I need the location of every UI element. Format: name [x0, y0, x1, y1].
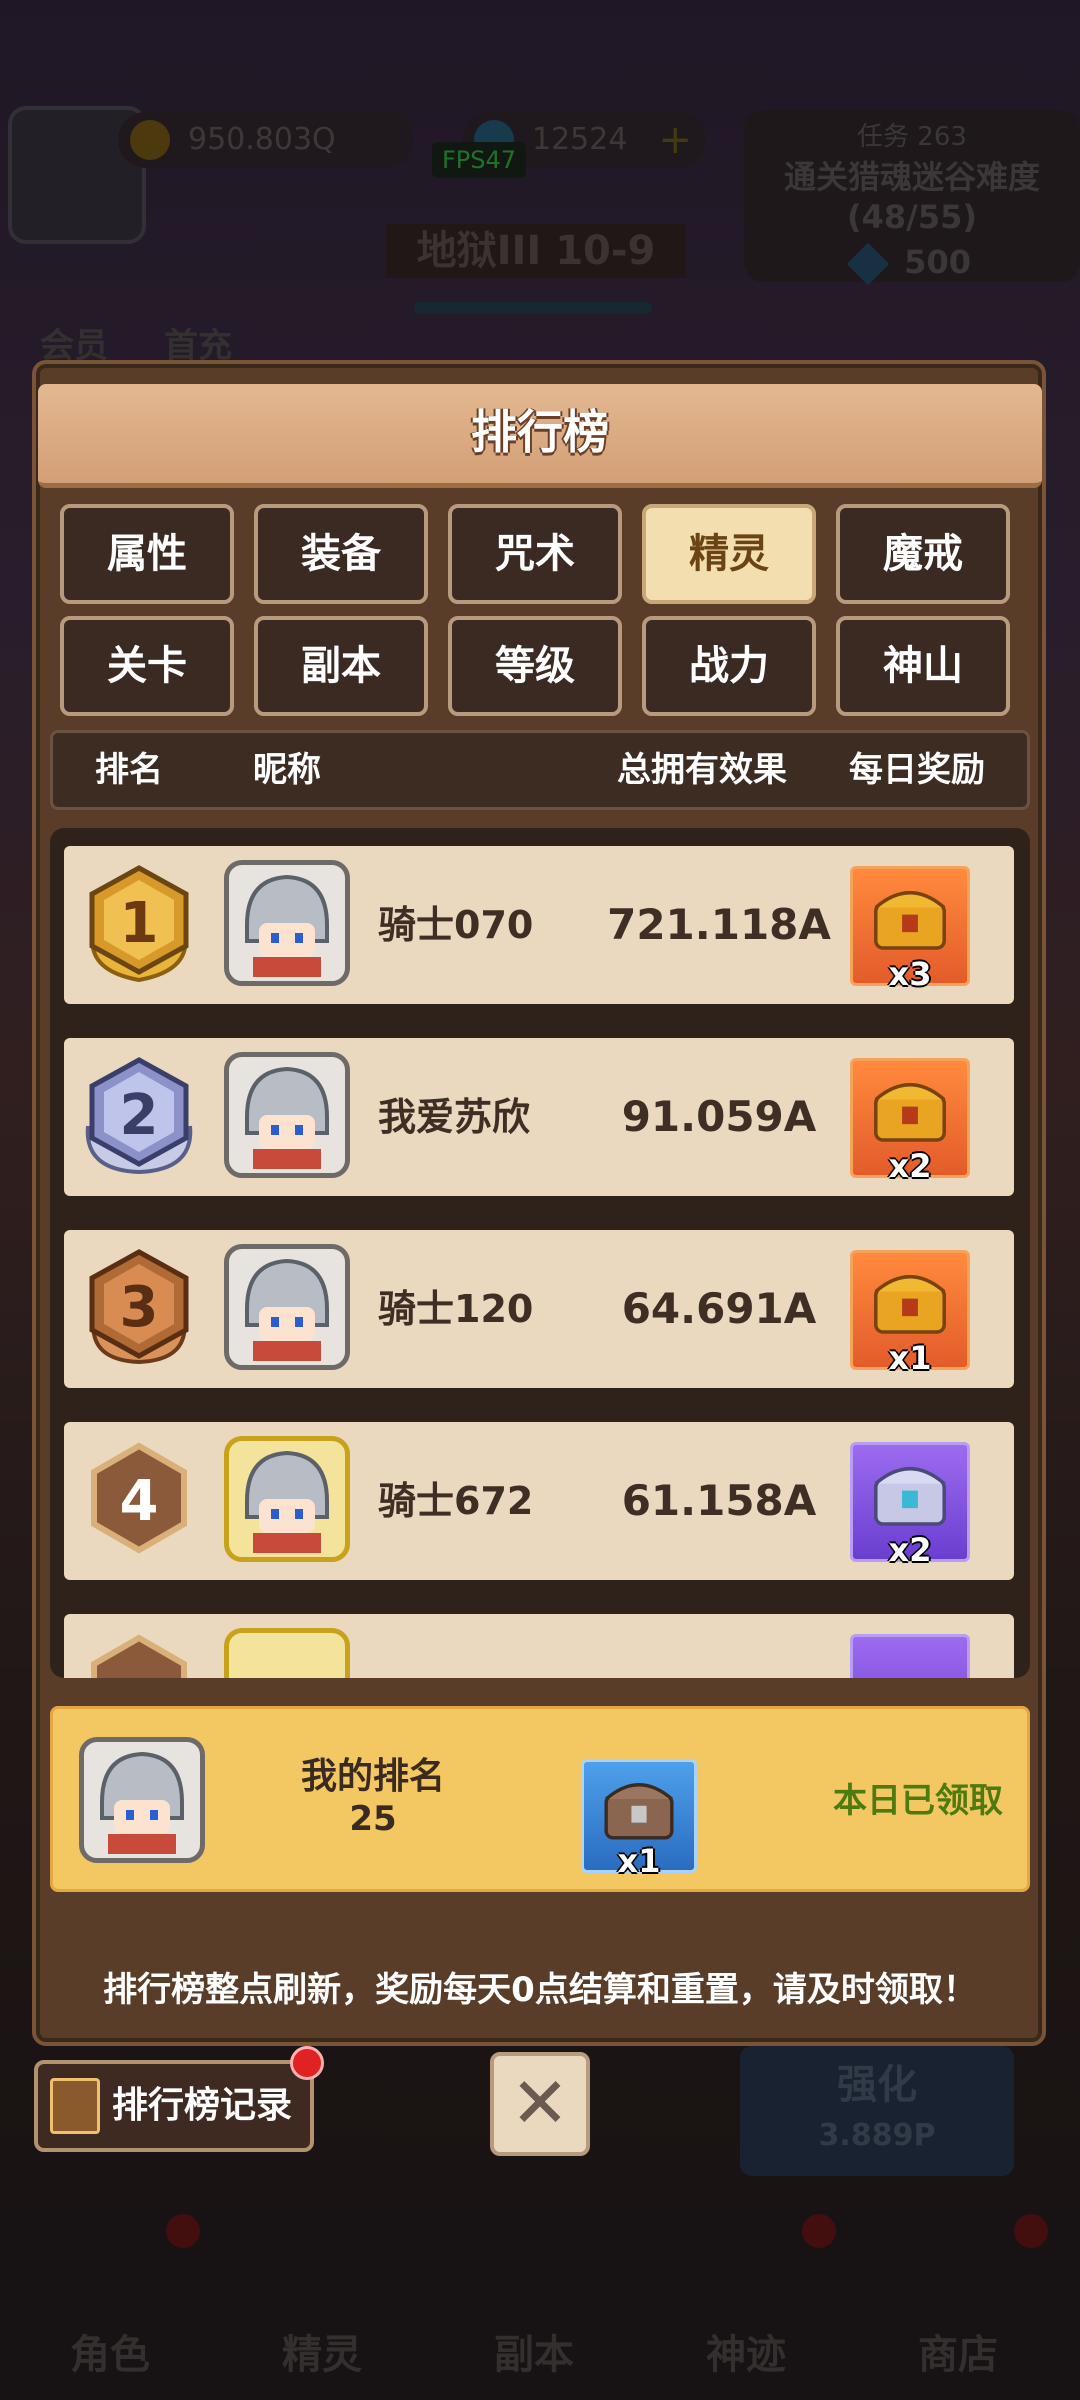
reward-chest-icon[interactable] — [850, 1634, 970, 1678]
avatar[interactable] — [224, 1052, 350, 1178]
gold-chest-icon — [874, 1274, 946, 1334]
avatar[interactable] — [224, 860, 350, 986]
reward-count: x1 — [617, 1842, 661, 1880]
history-label: 排行榜记录 — [112, 2085, 293, 2126]
column-nickname: 昵称 — [253, 750, 321, 790]
reward-chest-icon[interactable]: x3 — [850, 866, 970, 993]
column-reward: 每日奖励 — [849, 750, 985, 790]
table-row: 2 我爱苏欣 91.059A x2 — [64, 1038, 1014, 1196]
row-score: 64.691A — [621, 1284, 817, 1333]
silver-chest-icon — [874, 1466, 946, 1526]
knight-avatar-icon — [245, 874, 329, 977]
reward-chest-icon[interactable]: x1 — [850, 1250, 970, 1377]
claimed-status: 本日已领取 — [833, 1781, 1003, 1821]
refresh-notice: 排行榜整点刷新，奖励每天0点结算和重置，请及时领取！ — [103, 1970, 977, 2010]
tab-level[interactable]: 等级 — [448, 616, 622, 716]
knight-avatar-icon — [245, 1258, 329, 1361]
row-name: 骑士070 — [378, 903, 534, 947]
my-avatar[interactable] — [79, 1737, 205, 1863]
knight-avatar-icon — [100, 1751, 184, 1854]
table-row — [64, 1614, 1014, 1678]
medal-rank-3: 3 — [120, 1275, 159, 1340]
reward-count: x2 — [888, 1531, 932, 1569]
tab-ring[interactable]: 魔戒 — [836, 504, 1010, 604]
panel-title-bar: 排行榜 — [38, 384, 1042, 488]
leaderboard-header: 排名 昵称 总拥有效果 每日奖励 — [50, 730, 1030, 810]
knight-avatar-icon — [245, 1450, 329, 1553]
medal-rank-4: 4 — [120, 1469, 159, 1534]
my-reward-chest-icon[interactable]: x1 — [581, 1759, 697, 1880]
tab-mountain[interactable]: 神山 — [836, 616, 1010, 716]
gold-chest-icon — [874, 1082, 946, 1142]
my-rank-label: 我的排名 — [300, 1756, 445, 1797]
column-effect: 总拥有效果 — [617, 750, 787, 790]
reward-chest-icon[interactable]: x2 — [850, 1058, 970, 1185]
row-score: 61.158A — [621, 1476, 817, 1525]
tab-power[interactable]: 战力 — [642, 616, 816, 716]
row-score: 721.118A — [607, 900, 831, 949]
my-rank-bar: 我的排名 25 x1 本日已领取 — [50, 1706, 1030, 1892]
avatar[interactable] — [224, 1244, 350, 1370]
my-rank-value: 25 — [349, 1799, 397, 1839]
reward-chest-icon[interactable]: x2 — [850, 1442, 970, 1569]
table-row: 1 骑士070 721.118A x3 — [64, 846, 1014, 1004]
medal-rank-2: 2 — [120, 1083, 159, 1148]
tab-attribute[interactable]: 属性 — [60, 504, 234, 604]
tab-dungeon[interactable]: 副本 — [254, 616, 428, 716]
column-rank: 排名 — [95, 750, 163, 790]
rank-badge-icon: 4 — [91, 1442, 187, 1554]
reward-count: x2 — [888, 1147, 932, 1185]
gold-chest-icon — [874, 890, 946, 950]
tab-stage[interactable]: 关卡 — [60, 616, 234, 716]
table-row: 4 骑士672 61.158A x2 — [64, 1422, 1014, 1580]
notification-dot — [290, 2046, 324, 2080]
medal-rank-1: 1 — [120, 891, 159, 956]
book-icon — [50, 2078, 100, 2134]
leaderboard-history-button[interactable]: 排行榜记录 — [34, 2046, 324, 2152]
close-button[interactable]: ✕ — [490, 2052, 590, 2156]
tab-spell[interactable]: 咒术 — [448, 504, 622, 604]
row-name: 我爱苏欣 — [378, 1095, 531, 1139]
row-name: 骑士120 — [378, 1287, 534, 1331]
row-name: 骑士672 — [378, 1479, 534, 1523]
table-row: 3 骑士120 64.691A x1 — [64, 1230, 1014, 1388]
row-score: 91.059A — [621, 1092, 817, 1141]
leaderboard-list[interactable]: 1 骑士070 721.118A x3 2 我爱苏欣 91.059A x2 3 … — [50, 828, 1030, 1678]
reward-count: x3 — [888, 955, 932, 993]
reward-count: x1 — [888, 1339, 932, 1377]
tab-spirit[interactable]: 精灵 — [642, 504, 816, 604]
close-icon: ✕ — [510, 2062, 570, 2144]
knight-avatar-icon — [245, 1066, 329, 1169]
bronze-medal-icon: 3 — [89, 1249, 189, 1365]
tab-equipment[interactable]: 装备 — [254, 504, 428, 604]
silver-medal-icon: 2 — [85, 1057, 193, 1175]
rank-badge-icon — [91, 1634, 187, 1678]
gold-medal-icon: 1 — [89, 865, 189, 983]
panel-title: 排行榜 — [471, 405, 609, 459]
avatar[interactable] — [224, 1436, 350, 1562]
avatar[interactable] — [224, 1628, 350, 1678]
